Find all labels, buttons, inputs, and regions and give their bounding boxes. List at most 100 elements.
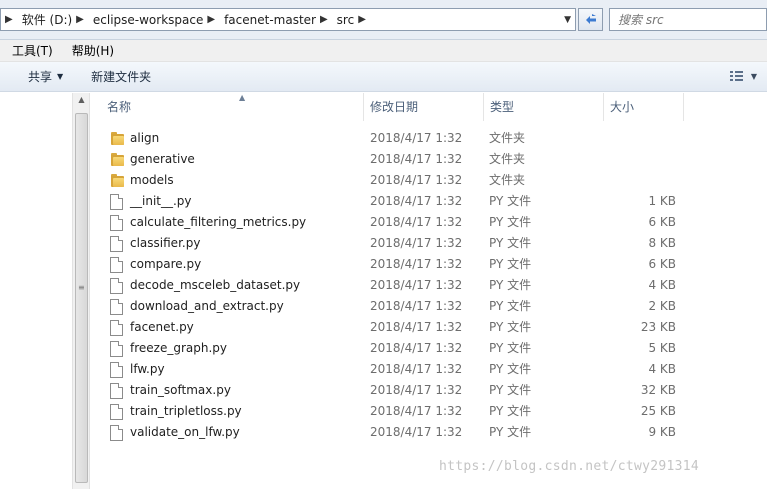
file-row[interactable]: align 2018/4/17 1:32 文件夹	[91, 128, 767, 149]
file-row[interactable]: generative 2018/4/17 1:32 文件夹	[91, 149, 767, 170]
file-row[interactable]: train_softmax.py 2018/4/17 1:32 PY 文件 32 KB	[91, 380, 767, 401]
file-row[interactable]: decode_msceleb_dataset.py 2018/4/17 1:32 P…	[91, 275, 767, 296]
file-type: PY 文件	[489, 341, 532, 355]
file-modified-date: 2018/4/17 1:32	[370, 131, 463, 145]
file-row[interactable]: calculate_filtering_metrics.py 2018/4/17 …	[91, 212, 767, 233]
file-icon	[110, 341, 126, 357]
file-row[interactable]: lfw.py 2018/4/17 1:32 PY 文件 4 KB	[91, 359, 767, 380]
file-type: PY 文件	[489, 194, 532, 208]
file-row[interactable]: __init__.py 2018/4/17 1:32 PY 文件 1 KB	[91, 191, 767, 212]
file-size: 8 KB	[648, 236, 676, 250]
file-row[interactable]: validate_on_lfw.py 2018/4/17 1:32 PY 文件 9 K…	[91, 422, 767, 443]
file-icon	[110, 236, 126, 252]
column-type[interactable]: 类型	[484, 93, 604, 121]
file-type: 文件夹	[489, 173, 526, 187]
address-bar[interactable]: ▶ 软件 (D:) ▶ eclipse-workspace ▶ facenet-…	[0, 8, 576, 31]
file-modified-date: 2018/4/17 1:32	[370, 194, 463, 208]
file-type: PY 文件	[489, 215, 532, 229]
menu-bar: 工具(T) 帮助(H)	[0, 40, 767, 62]
breadcrumb-current[interactable]: src	[335, 13, 357, 27]
breadcrumb-project[interactable]: facenet-master	[222, 13, 318, 27]
file-row[interactable]: download_and_extract.py 2018/4/17 1:32 PY …	[91, 296, 767, 317]
new-folder-button[interactable]: 新建文件夹	[81, 68, 161, 85]
file-icon	[110, 278, 126, 294]
file-row[interactable]: train_tripletloss.py 2018/4/17 1:32 PY 文件 2…	[91, 401, 767, 422]
file-icon	[110, 404, 126, 420]
file-name: train_tripletloss.py	[130, 404, 242, 418]
file-name: compare.py	[130, 257, 202, 271]
file-type: PY 文件	[489, 236, 532, 250]
address-bar-row: ▶ 软件 (D:) ▶ eclipse-workspace ▶ facenet-…	[0, 0, 767, 40]
refresh-icon	[585, 13, 596, 24]
file-row[interactable]: freeze_graph.py 2018/4/17 1:32 PY 文件 5 KB	[91, 338, 767, 359]
file-size: 25 KB	[640, 404, 676, 418]
share-button[interactable]: 共享 ▼	[18, 68, 73, 85]
search-box[interactable]	[609, 8, 767, 31]
file-row[interactable]: compare.py 2018/4/17 1:32 PY 文件 6 KB	[91, 254, 767, 275]
file-icon	[110, 194, 126, 210]
breadcrumb-separator-icon[interactable]: ▶	[205, 14, 222, 25]
file-size: 5 KB	[648, 341, 676, 355]
file-name: download_and_extract.py	[130, 299, 284, 313]
breadcrumb-drive[interactable]: 软件 (D:)	[20, 11, 74, 28]
file-size: 32 KB	[640, 383, 676, 397]
column-date[interactable]: 修改日期	[364, 93, 484, 121]
file-size: 6 KB	[648, 257, 676, 271]
column-name-label: 名称	[107, 100, 132, 114]
column-header-row: 名称 ▲ 修改日期 类型 大小	[91, 93, 767, 121]
file-name: models	[130, 173, 174, 187]
file-type: PY 文件	[489, 362, 532, 376]
breadcrumb-separator-icon[interactable]: ▶	[356, 14, 373, 25]
file-list: align 2018/4/17 1:32 文件夹 generative 2018/4/1…	[91, 128, 767, 443]
breadcrumb-workspace[interactable]: eclipse-workspace	[91, 13, 205, 27]
column-size[interactable]: 大小	[604, 93, 684, 121]
file-size: 9 KB	[648, 425, 676, 439]
breadcrumb-overflow-icon[interactable]: ▶	[3, 14, 20, 25]
file-modified-date: 2018/4/17 1:32	[370, 341, 463, 355]
search-input[interactable]	[618, 12, 758, 27]
file-modified-date: 2018/4/17 1:32	[370, 152, 463, 166]
sort-ascending-icon: ▲	[239, 93, 246, 102]
breadcrumb-separator-icon[interactable]: ▶	[318, 14, 335, 25]
address-history-dropdown-icon[interactable]: ▼	[564, 15, 571, 25]
file-type: PY 文件	[489, 320, 532, 334]
file-icon	[110, 320, 126, 336]
refresh-button[interactable]	[578, 8, 603, 31]
file-modified-date: 2018/4/17 1:32	[370, 278, 463, 292]
file-row[interactable]: classifier.py 2018/4/17 1:32 PY 文件 8 KB	[91, 233, 767, 254]
folder-icon	[110, 131, 126, 146]
breadcrumb-separator-icon[interactable]: ▶	[74, 14, 91, 25]
file-type: PY 文件	[489, 404, 532, 418]
file-type: 文件夹	[489, 152, 526, 166]
menu-tools[interactable]: 工具(T)	[0, 42, 60, 59]
file-modified-date: 2018/4/17 1:32	[370, 383, 463, 397]
navigation-scrollbar[interactable]: ▲ ≡	[72, 93, 90, 489]
view-options-icon	[729, 71, 743, 81]
change-view-button[interactable]: ▼	[729, 70, 757, 82]
file-icon	[110, 257, 126, 273]
column-size-label: 大小	[610, 100, 635, 114]
file-name: decode_msceleb_dataset.py	[130, 278, 301, 292]
menu-help[interactable]: 帮助(H)	[60, 42, 121, 59]
command-toolbar: 共享 ▼ 新建文件夹 ▼	[0, 62, 767, 92]
file-row[interactable]: facenet.py 2018/4/17 1:32 PY 文件 23 KB	[91, 317, 767, 338]
file-size: 6 KB	[648, 215, 676, 229]
file-type: PY 文件	[489, 257, 532, 271]
file-name: __init__.py	[130, 194, 192, 208]
file-name: freeze_graph.py	[130, 341, 228, 355]
file-name: train_softmax.py	[130, 383, 231, 397]
file-modified-date: 2018/4/17 1:32	[370, 236, 463, 250]
file-name: validate_on_lfw.py	[130, 425, 240, 439]
column-date-label: 修改日期	[370, 100, 419, 114]
file-name: generative	[130, 152, 195, 166]
new-folder-label: 新建文件夹	[91, 70, 152, 84]
file-name: facenet.py	[130, 320, 194, 334]
file-size: 4 KB	[648, 362, 676, 376]
column-name[interactable]: 名称 ▲	[101, 93, 364, 121]
scroll-up-icon[interactable]: ▲	[73, 95, 90, 109]
file-size: 23 KB	[640, 320, 676, 334]
grip-icon: ≡	[78, 283, 85, 292]
scrollbar-thumb[interactable]: ≡	[75, 113, 88, 483]
file-modified-date: 2018/4/17 1:32	[370, 404, 463, 418]
file-row[interactable]: models 2018/4/17 1:32 文件夹	[91, 170, 767, 191]
